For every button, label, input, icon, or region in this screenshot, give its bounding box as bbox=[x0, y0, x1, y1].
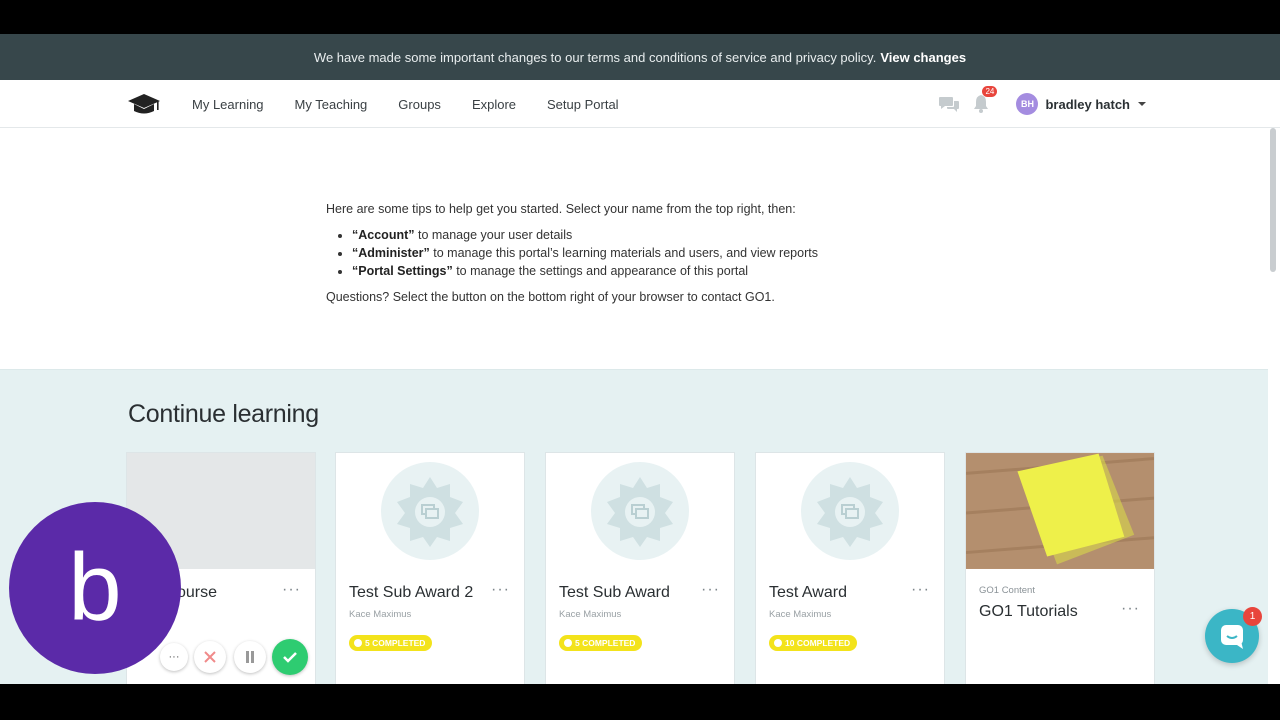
course-title: Test Award bbox=[769, 584, 847, 601]
course-title: Test Sub Award bbox=[559, 584, 670, 601]
course-thumbnail bbox=[546, 453, 734, 569]
tips-list: “Account” to manage your user details “A… bbox=[352, 226, 818, 280]
continue-learning-section: Continue learning ourse ··· Test Sub Awa… bbox=[0, 369, 1268, 684]
caret-down-icon[interactable] bbox=[1138, 102, 1146, 106]
user-name-menu[interactable]: bradley hatch bbox=[1045, 97, 1130, 112]
sticky-note-thumbnail bbox=[966, 453, 1154, 569]
terms-banner: We have made some important changes to o… bbox=[0, 34, 1280, 80]
banner-message: We have made some important changes to o… bbox=[313, 49, 877, 65]
cancel-recording-button[interactable] bbox=[194, 641, 226, 673]
nav-setup-portal[interactable]: Setup Portal bbox=[547, 97, 619, 112]
graduation-cap-logo-icon[interactable] bbox=[127, 92, 161, 116]
course-title: ourse bbox=[177, 584, 218, 601]
section-heading: Continue learning bbox=[128, 400, 319, 428]
course-thumbnail bbox=[756, 453, 944, 569]
completed-badge: 5 COMPLETED bbox=[349, 635, 433, 651]
top-navbar: My Learning My Teaching Groups Explore S… bbox=[0, 80, 1280, 128]
course-thumbnail bbox=[336, 453, 524, 569]
completed-badge: 10 COMPLETED bbox=[769, 635, 858, 651]
notifications-button[interactable]: 24 bbox=[972, 86, 998, 114]
completed-badge: 5 COMPLETED bbox=[559, 635, 643, 651]
course-provider: GO1 Content bbox=[979, 585, 1035, 596]
app-window: We have made some important changes to o… bbox=[0, 34, 1280, 684]
nav-explore[interactable]: Explore bbox=[472, 97, 516, 112]
award-badge-icon bbox=[591, 462, 689, 560]
sticky-note-image bbox=[966, 453, 1154, 569]
main-nav: My Learning My Teaching Groups Explore S… bbox=[192, 80, 650, 128]
course-author: Kace Maximus bbox=[349, 609, 412, 620]
view-changes-link[interactable]: View changes bbox=[880, 50, 966, 65]
avatar[interactable]: BH bbox=[1016, 93, 1039, 115]
presenter-avatar: b bbox=[9, 502, 181, 674]
more-options-icon[interactable]: ··· bbox=[1121, 600, 1140, 618]
course-card[interactable]: GO1 Content GO1 Tutorials ··· bbox=[965, 452, 1155, 684]
award-badge-icon bbox=[381, 462, 479, 560]
close-icon bbox=[204, 651, 216, 663]
tip-account: “Account” to manage your user details bbox=[352, 226, 818, 244]
user-area: 24 BH bradley hatch bbox=[938, 80, 1146, 128]
tip-administer: “Administer” to manage this portal’s lea… bbox=[352, 244, 818, 262]
check-circle-icon bbox=[564, 639, 572, 647]
chat-unread-badge: 1 bbox=[1243, 607, 1262, 626]
more-options-icon[interactable]: ··· bbox=[491, 581, 510, 599]
more-options-icon[interactable]: ··· bbox=[701, 581, 720, 599]
course-card[interactable]: Test Award Kace Maximus ··· 10 COMPLETED bbox=[755, 452, 945, 684]
tips-outro: Questions? Select the button on the bott… bbox=[326, 290, 775, 304]
tip-portal-settings: “Portal Settings” to manage the settings… bbox=[352, 262, 818, 280]
course-title: GO1 Tutorials bbox=[979, 603, 1078, 620]
finish-recording-button[interactable] bbox=[272, 639, 308, 675]
pause-icon bbox=[246, 651, 254, 663]
chat-bubbles-icon[interactable] bbox=[938, 95, 960, 113]
ellipsis-icon: ··· bbox=[168, 651, 180, 663]
page-scrollbar[interactable] bbox=[1270, 128, 1276, 272]
course-card[interactable]: Test Sub Award 2 Kace Maximus ··· 5 COMP… bbox=[335, 452, 525, 684]
course-title: Test Sub Award 2 bbox=[349, 584, 474, 601]
chat-message-icon bbox=[1221, 625, 1243, 649]
more-options-icon[interactable]: ··· bbox=[911, 581, 930, 599]
notification-count-badge: 24 bbox=[982, 86, 998, 97]
course-card[interactable]: Test Sub Award Kace Maximus ··· 5 COMPLE… bbox=[545, 452, 735, 684]
check-icon bbox=[283, 652, 297, 663]
more-controls-button[interactable]: ··· bbox=[160, 643, 188, 671]
award-badge-icon bbox=[801, 462, 899, 560]
more-options-icon[interactable]: ··· bbox=[282, 581, 301, 599]
pause-recording-button[interactable] bbox=[234, 641, 266, 673]
nav-groups[interactable]: Groups bbox=[398, 97, 441, 112]
bell-icon bbox=[974, 95, 989, 113]
nav-my-learning[interactable]: My Learning bbox=[192, 97, 264, 112]
tips-intro: Here are some tips to help get you start… bbox=[326, 202, 796, 216]
check-circle-icon bbox=[774, 639, 782, 647]
course-author: Kace Maximus bbox=[769, 609, 832, 620]
nav-my-teaching[interactable]: My Teaching bbox=[295, 97, 368, 112]
check-circle-icon bbox=[354, 639, 362, 647]
course-author: Kace Maximus bbox=[559, 609, 622, 620]
tips-panel: Here are some tips to help get you start… bbox=[326, 200, 818, 306]
